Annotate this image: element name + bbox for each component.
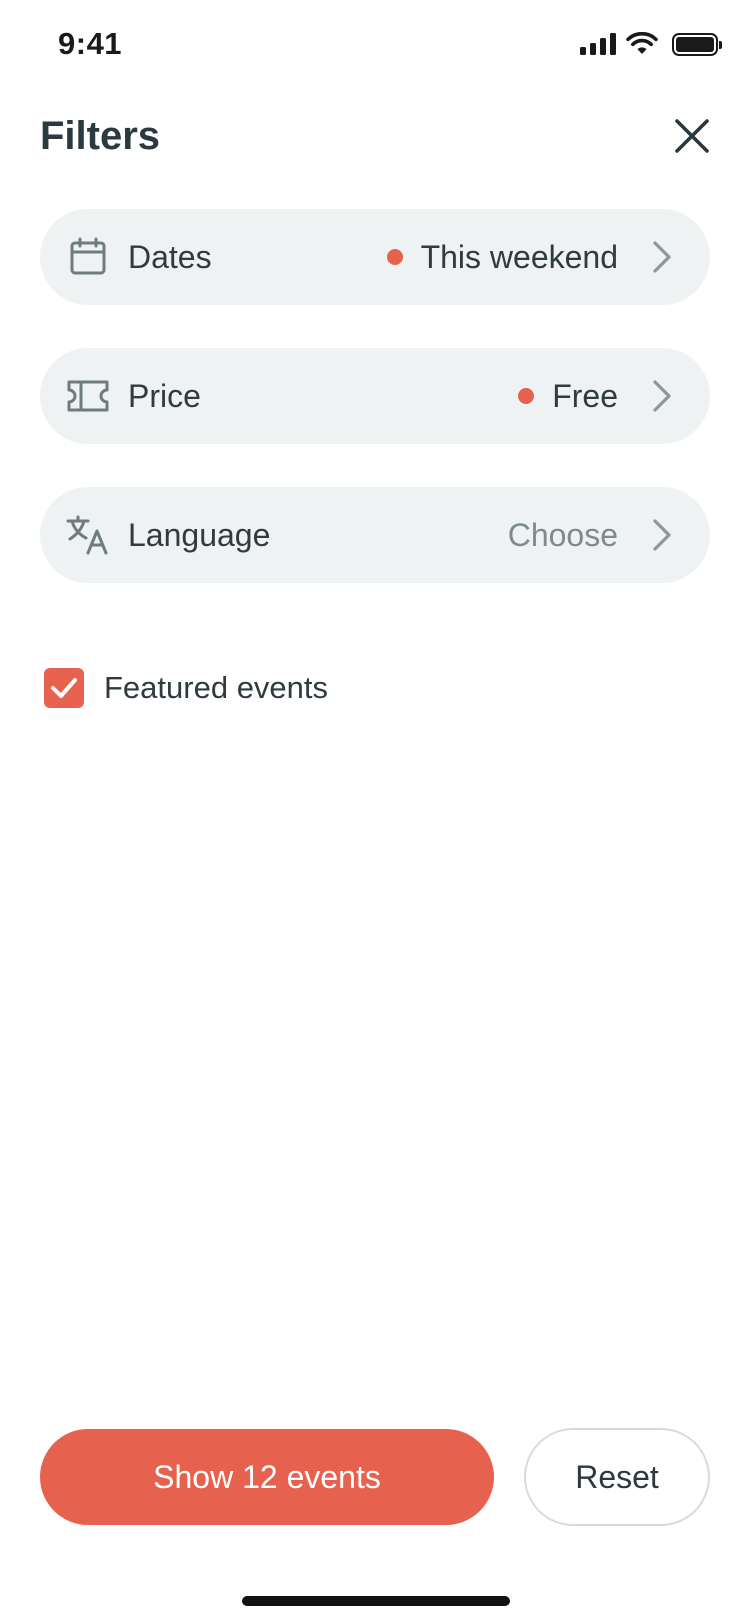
status-time: 9:41 [58, 26, 123, 61]
filter-value-price: Free [552, 377, 618, 414]
active-indicator-dot [518, 388, 535, 404]
show-events-button[interactable]: Show 12 events [40, 1429, 494, 1525]
status-bar: 9:41 [0, 0, 750, 92]
filter-value-language-wrap: Choose [508, 517, 618, 554]
checkmark-icon [51, 678, 77, 698]
featured-events-checkbox[interactable] [44, 668, 84, 708]
filter-value-language: Choose [507, 516, 618, 553]
signal-icon [580, 33, 616, 55]
reset-button[interactable]: Reset [524, 1428, 710, 1526]
chevron-right-icon [648, 515, 676, 555]
battery-icon [672, 32, 722, 56]
translate-icon [64, 511, 112, 559]
calendar-icon [64, 233, 112, 281]
close-button[interactable] [668, 112, 716, 160]
filter-value-dates: This weekend [420, 238, 618, 275]
filter-row-price[interactable]: Price Free [40, 348, 710, 444]
filter-row-dates[interactable]: Dates This weekend [40, 209, 710, 305]
status-icons [580, 32, 722, 56]
filter-label-price: Price [128, 377, 201, 414]
filter-value-dates-wrap: This weekend [386, 238, 618, 276]
filter-label-dates: Dates [128, 238, 212, 275]
filter-label-language: Language [128, 516, 271, 553]
page-title: Filters [40, 113, 161, 158]
active-indicator-dot [386, 249, 403, 265]
header: Filters [40, 106, 710, 166]
chevron-right-icon [648, 376, 676, 416]
close-icon [675, 119, 709, 153]
wifi-icon [626, 32, 658, 54]
footer-actions: Show 12 events Reset [40, 1428, 712, 1526]
home-indicator[interactable] [242, 1596, 510, 1606]
ticket-icon [64, 372, 112, 420]
filter-value-price-wrap: Free [518, 378, 618, 415]
chevron-right-icon [648, 237, 676, 277]
featured-events-option[interactable]: Featured events [44, 668, 328, 708]
filter-row-language[interactable]: Language Choose [40, 487, 710, 583]
featured-events-label: Featured events [104, 670, 329, 705]
